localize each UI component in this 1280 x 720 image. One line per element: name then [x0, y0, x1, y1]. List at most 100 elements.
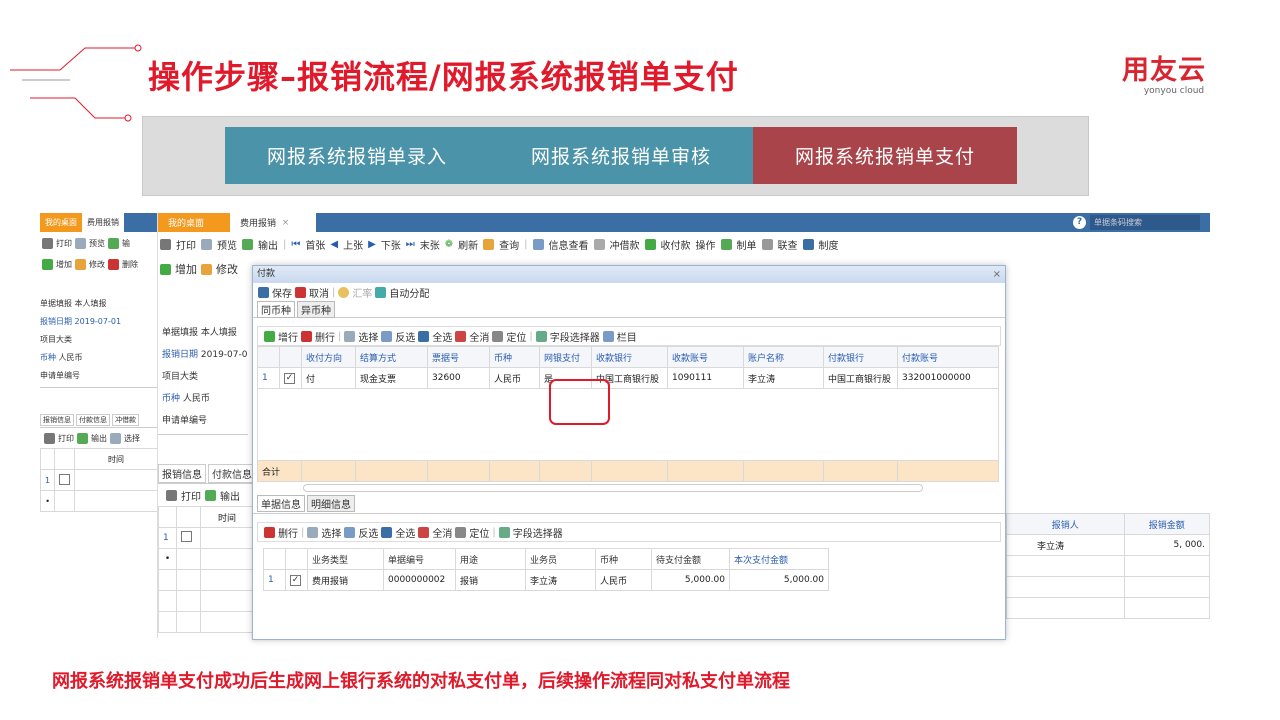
col-settlement: 结算方式 [355, 346, 428, 368]
subtab-expense-info[interactable]: 报销信息 [40, 414, 74, 426]
next-button[interactable]: 下张 [381, 237, 401, 252]
next-icon: ▶ [368, 238, 376, 250]
select-button[interactable]: 选择 [321, 525, 341, 540]
locate-button[interactable]: 定位 [506, 329, 526, 344]
barcode-search-input[interactable]: 单据条码搜索 [1090, 215, 1200, 230]
tab-expense[interactable]: 费用报销 × [230, 213, 316, 232]
query-icon [483, 238, 495, 250]
clear-all-button[interactable]: 全消 [469, 329, 489, 344]
edit-button[interactable]: 修改 [89, 259, 105, 270]
add-row-button[interactable]: 增行 [278, 329, 298, 344]
invert-icon [344, 526, 356, 538]
col-time: 时间 [200, 506, 254, 528]
loan-offset-button[interactable]: 冲借款 [610, 237, 640, 252]
row-checkbox[interactable]: ✓ [290, 574, 301, 586]
tab-close-icon[interactable]: × [282, 218, 290, 228]
table-row[interactable]: • [40, 490, 158, 512]
select-button[interactable]: 选择 [358, 329, 378, 344]
tab-same-currency[interactable]: 同币种 [257, 301, 295, 318]
link-query-button[interactable]: 联查 [778, 237, 798, 252]
select-all-button[interactable]: 全选 [395, 525, 415, 540]
subtab-payment-info[interactable]: 付款信息 [76, 414, 110, 426]
table-row[interactable]: • [158, 548, 254, 570]
prev-button[interactable]: 上张 [343, 237, 363, 252]
yonyou-logo: 用友云 yonyou cloud [1122, 56, 1206, 97]
close-icon[interactable]: × [993, 266, 1001, 283]
clear-all-button[interactable]: 全消 [432, 525, 452, 540]
tab-home[interactable]: 我的桌面 [40, 213, 82, 232]
col-purpose: 用途 [455, 548, 526, 570]
export-button[interactable]: 输出 [220, 488, 240, 503]
delete-row-button[interactable]: 删行 [315, 329, 335, 344]
columns-button[interactable]: 栏目 [617, 329, 637, 344]
horizontal-scrollbar[interactable] [303, 484, 923, 492]
field-selector-button[interactable]: 字段选择器 [513, 525, 563, 540]
policy-icon [802, 238, 814, 250]
subtab-loan[interactable]: 冲借款 [112, 414, 139, 426]
print-button[interactable]: 打印 [56, 238, 72, 249]
tab-detail-info[interactable]: 明细信息 [307, 495, 355, 512]
subtab-expense-info[interactable]: 报销信息 [158, 464, 206, 483]
table-row[interactable]: 李立涛 5, 000. [1006, 534, 1211, 556]
help-icon[interactable]: ? [1073, 216, 1086, 229]
select-all-button[interactable]: 全选 [432, 329, 452, 344]
table-row[interactable]: 1 [40, 469, 158, 491]
save-button[interactable]: 保存 [272, 285, 292, 300]
preview-icon [75, 237, 86, 249]
edit-button[interactable]: 修改 [216, 261, 238, 277]
query-button[interactable]: 查询 [499, 237, 519, 252]
step-entry: 网报系统报销单录入 [225, 127, 489, 184]
auto-allocate-button[interactable]: 自动分配 [389, 285, 429, 300]
subtab-payment-info[interactable]: 付款信息 [208, 464, 256, 483]
edit-icon [75, 258, 86, 270]
preview-button[interactable]: 预览 [217, 237, 237, 252]
print-button[interactable]: 打印 [58, 433, 74, 444]
export-button[interactable]: 输出 [258, 237, 278, 252]
print-button[interactable]: 打印 [181, 488, 201, 503]
export-icon [77, 432, 88, 444]
app1-grid: 时间 1 • [40, 448, 158, 512]
locate-button[interactable]: 定位 [469, 525, 489, 540]
cancel-button[interactable]: 取消 [309, 285, 329, 300]
collect-pay-button[interactable]: 收付款 [661, 237, 691, 252]
table-row[interactable]: 1 ✓ 付 现金支票 32600 人民币 是 中国工商银行股 1090111 李… [257, 367, 999, 389]
row-checkbox[interactable]: ✓ [284, 372, 295, 384]
export-button[interactable]: 输出 [91, 433, 107, 444]
delete-row-button[interactable]: 删行 [278, 525, 298, 540]
field-selector-icon [535, 330, 547, 342]
tab-bill-info[interactable]: 单据信息 [257, 495, 305, 512]
add-button[interactable]: 增加 [175, 261, 197, 277]
print-button[interactable]: 打印 [176, 237, 196, 252]
delete-button[interactable]: 删除 [122, 259, 138, 270]
policy-button[interactable]: 制度 [819, 237, 839, 252]
print-icon [42, 237, 53, 249]
invert-button[interactable]: 反选 [358, 525, 378, 540]
last-button[interactable]: 末张 [420, 237, 440, 252]
invert-button[interactable]: 反选 [395, 329, 415, 344]
refresh-button[interactable]: 刷新 [458, 237, 478, 252]
payment-dialog: 付款 × 保存 取消 | 汇率 自动分配 同币种 异币种 增行 删行 | 选择 … [252, 265, 1006, 640]
tab-home[interactable]: 我的桌面 [158, 213, 230, 232]
table-row[interactable]: 1 [158, 527, 254, 549]
exchange-rate-button[interactable]: 汇率 [352, 285, 372, 300]
voucher-button[interactable]: 制单 [737, 237, 757, 252]
app2-subtabs: 报销信息 付款信息 [158, 464, 256, 484]
locate-icon [455, 526, 467, 538]
refresh-icon: ❁ [444, 238, 454, 250]
app2-tabbar: 我的桌面 费用报销 × ? 单据条码搜索 [158, 213, 1210, 232]
info-view-button[interactable]: 信息查看 [549, 237, 589, 252]
expense-summary-grid: 报销人 报销金额 李立涛 5, 000. [1006, 513, 1211, 619]
select-button[interactable]: 选择 [124, 433, 140, 444]
operation-menu[interactable]: 操作 [696, 237, 716, 252]
add-button[interactable]: 增加 [56, 259, 72, 270]
export-button[interactable]: 输 [122, 238, 130, 249]
row-checkbox[interactable] [181, 531, 192, 542]
total-label: 合计 [257, 460, 302, 482]
field-selector-button[interactable]: 字段选择器 [550, 329, 600, 344]
row-checkbox[interactable] [59, 473, 71, 485]
table-row[interactable]: 1 ✓ 费用报销 0000000002 报销 李立涛 人民币 5,000.00 … [263, 569, 829, 591]
preview-button[interactable]: 预览 [89, 238, 105, 249]
tab-expense[interactable]: 费用报销 [82, 213, 124, 232]
first-button[interactable]: 首张 [305, 237, 325, 252]
tab-foreign-currency[interactable]: 异币种 [297, 301, 335, 318]
